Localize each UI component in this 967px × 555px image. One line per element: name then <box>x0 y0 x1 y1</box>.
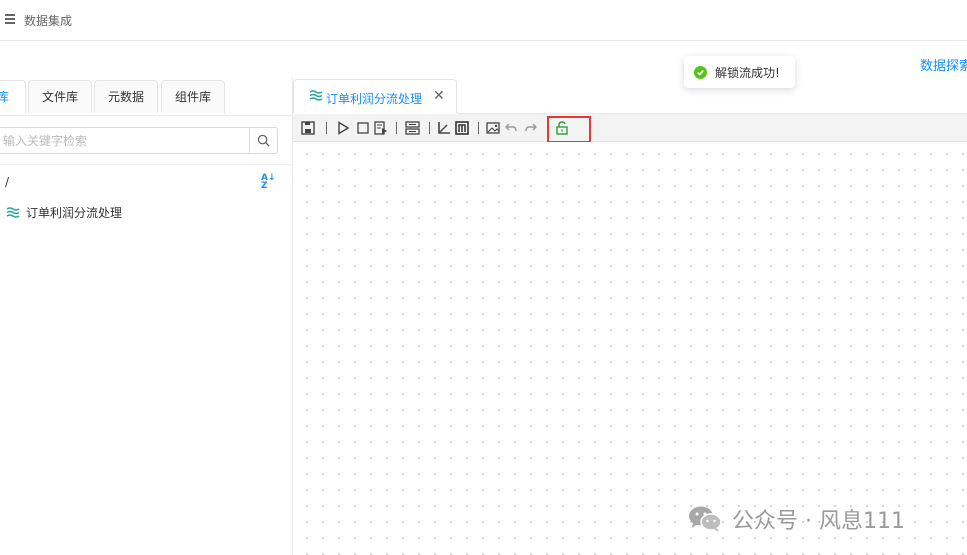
top-bar: 数据集成 <box>0 0 967 41</box>
editor-tab-flow[interactable]: 订单利润分流处理 ✕ <box>293 79 457 113</box>
panel-divider <box>0 164 292 165</box>
tab-file-library-label: 文件库 <box>41 90 78 104</box>
flow-canvas[interactable] <box>293 142 967 555</box>
search-button[interactable] <box>249 128 277 153</box>
axis-icon[interactable] <box>436 120 452 136</box>
layout-icon[interactable] <box>404 120 420 136</box>
watermark: 公众号 · 风息111 <box>688 503 905 535</box>
debug-icon[interactable] <box>373 120 389 136</box>
data-explore-link[interactable]: 数据探索 <box>920 55 967 74</box>
left-tabs: 库 文件库 元数据 组件库 <box>0 80 292 116</box>
sort-az-icon[interactable]: A↓ Z <box>261 174 276 191</box>
toolbar-separator <box>478 122 479 134</box>
flow-wave-icon <box>6 207 20 218</box>
editor-tab-label: 订单利润分流处理 <box>326 92 423 106</box>
save-icon[interactable] <box>300 120 316 136</box>
tree-item-flow[interactable]: 订单利润分流处理 <box>6 204 122 221</box>
wechat-icon <box>688 505 722 533</box>
tree-root-path[interactable]: / <box>5 175 9 189</box>
left-panel: 库 文件库 元数据 组件库 / A↓Z 订单利润分流处理 <box>0 78 293 555</box>
tree-item-label: 订单利润分流处理 <box>26 206 123 220</box>
search-box <box>0 127 278 154</box>
toolbar-separator <box>326 122 327 134</box>
tab-library[interactable]: 库 <box>0 80 26 113</box>
app-title: 数据集成 <box>24 14 73 28</box>
redo-icon[interactable] <box>523 120 539 136</box>
tabs-divider <box>0 115 292 116</box>
undo-icon[interactable] <box>503 120 519 136</box>
tab-component-library-label: 组件库 <box>174 90 211 104</box>
search-input[interactable] <box>0 128 253 153</box>
tab-file-library[interactable]: 文件库 <box>28 80 92 113</box>
watermark-text: 公众号 · 风息111 <box>732 509 905 534</box>
toolbar-separator <box>396 122 397 134</box>
tab-metadata-label: 元数据 <box>107 90 144 104</box>
toast-message: 解锁流成功! <box>715 65 780 80</box>
editor-toolbar <box>293 114 967 142</box>
unlock-highlight-box <box>547 116 591 143</box>
close-icon[interactable]: ✕ <box>433 88 445 104</box>
run-icon[interactable] <box>335 120 351 136</box>
template-icon[interactable] <box>454 120 470 136</box>
success-toast: 解锁流成功! <box>684 56 795 88</box>
check-circle-icon <box>694 65 707 79</box>
toolbar-separator <box>429 122 430 134</box>
tab-metadata[interactable]: 元数据 <box>94 80 158 113</box>
search-icon <box>257 134 270 147</box>
flow-wave-icon <box>309 90 323 101</box>
editor-panel: 订单利润分流处理 ✕ <box>293 78 967 555</box>
stop-icon[interactable] <box>355 120 371 136</box>
menu-icon[interactable] <box>5 14 15 25</box>
tab-component-library[interactable]: 组件库 <box>161 80 225 113</box>
image-icon[interactable] <box>485 120 501 136</box>
tab-library-label: 库 <box>0 90 9 104</box>
